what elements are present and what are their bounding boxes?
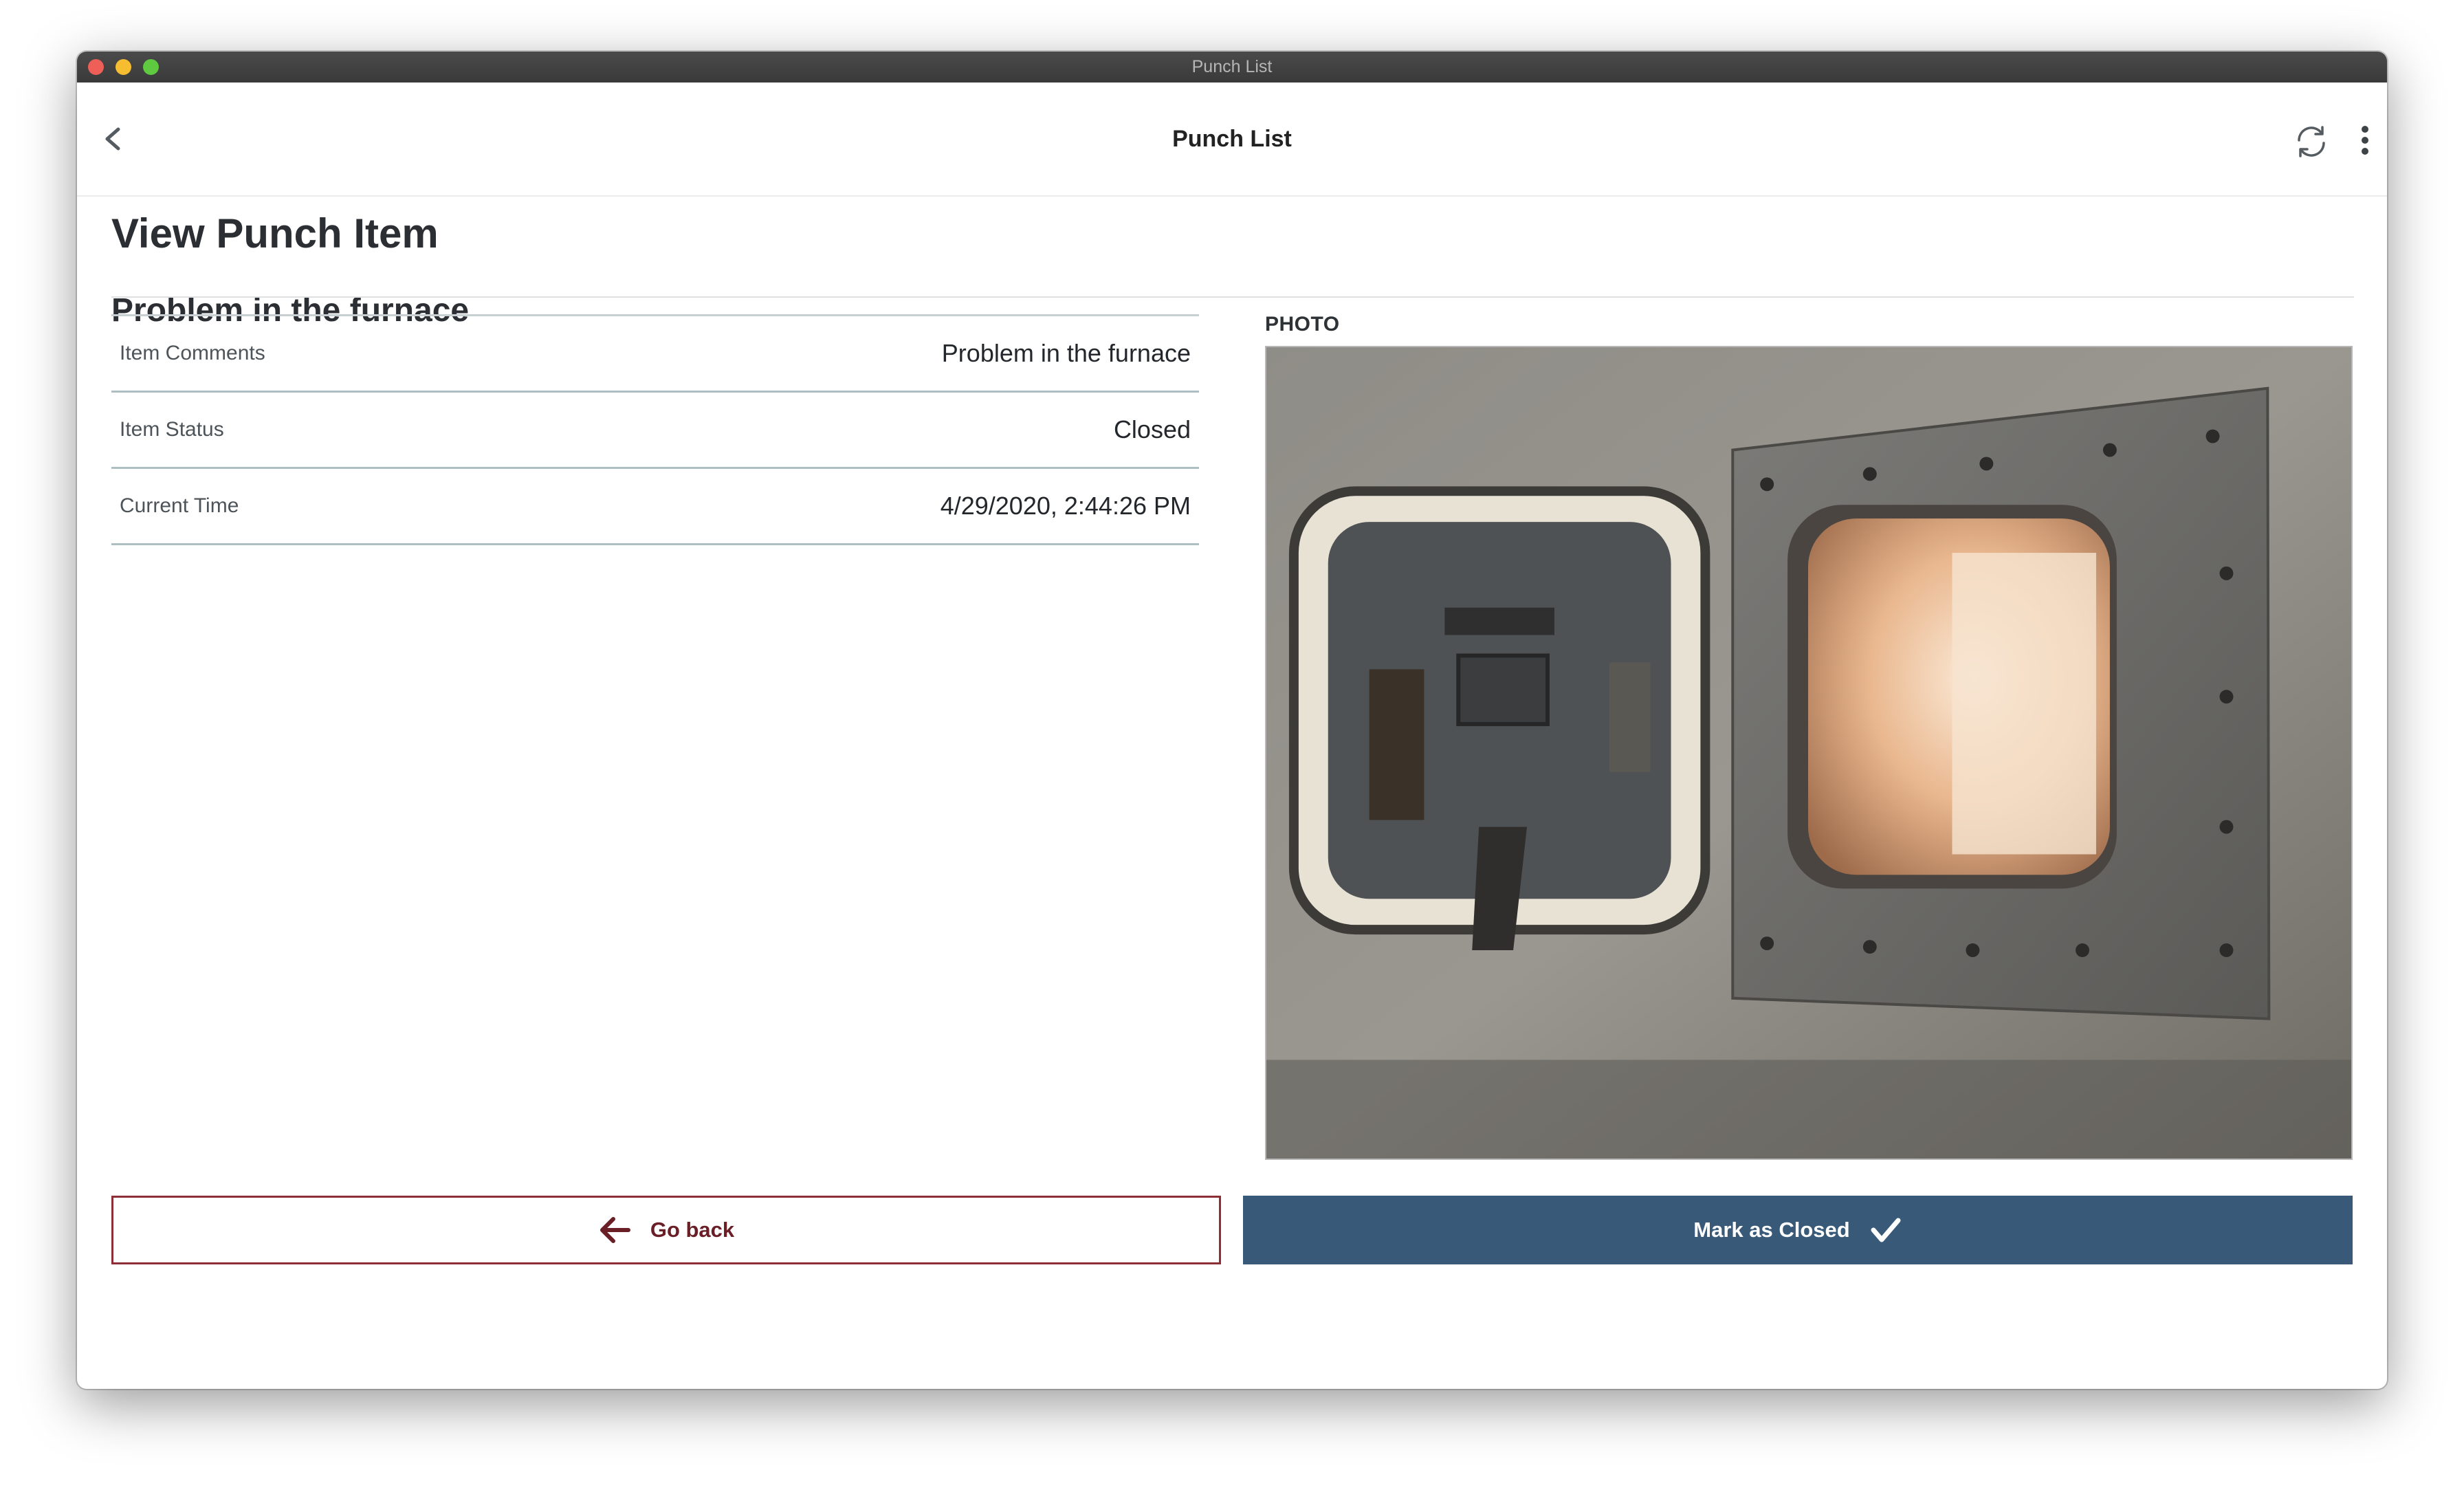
window-titlebar: Punch List <box>77 52 2387 83</box>
detail-value: 4/29/2020, 2:44:26 PM <box>940 492 1191 520</box>
arrow-left-icon <box>598 1215 631 1245</box>
detail-label: Current Time <box>120 494 239 517</box>
app-window: Punch List Punch List View Punch Item Pr… <box>77 52 2387 1389</box>
photo-label: PHOTO <box>1265 313 1340 336</box>
sync-icon[interactable] <box>2294 124 2329 160</box>
more-vertical-icon[interactable] <box>2351 120 2379 161</box>
app-bar: Punch List <box>77 83 2387 197</box>
page-title: View Punch Item <box>111 210 439 256</box>
furnace-photo <box>1265 346 2353 1160</box>
mark-as-closed-label: Mark as Closed <box>1693 1218 1850 1242</box>
detail-row-status: Item Status Closed <box>111 393 1199 469</box>
window-title: Punch List <box>1191 57 1273 76</box>
app-bar-title: Punch List <box>1172 126 1292 152</box>
detail-row-comments: Item Comments Problem in the furnace <box>111 316 1199 393</box>
detail-label: Item Status <box>120 418 224 441</box>
checkmark-icon <box>1869 1215 1902 1245</box>
detail-label: Item Comments <box>120 342 265 364</box>
detail-row-time: Current Time 4/29/2020, 2:44:26 PM <box>111 469 1199 545</box>
mark-as-closed-button[interactable]: Mark as Closed <box>1243 1196 2353 1264</box>
go-back-label: Go back <box>650 1218 735 1242</box>
detail-value: Closed <box>1113 415 1191 443</box>
go-back-button[interactable]: Go back <box>111 1196 1221 1264</box>
title-divider <box>111 296 2354 298</box>
detail-value: Problem in the furnace <box>941 339 1191 367</box>
details-table: Item Comments Problem in the furnace Ite… <box>111 314 1199 545</box>
